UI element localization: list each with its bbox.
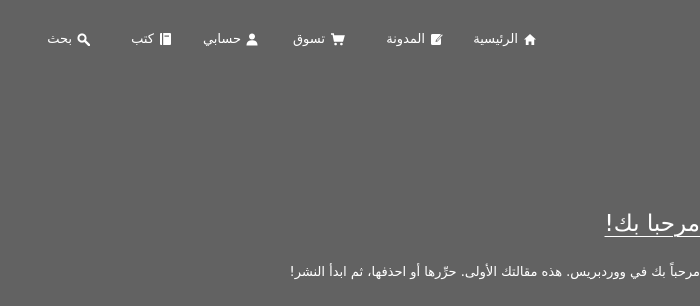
cart-icon (330, 32, 345, 46)
nav-item-home[interactable]: الرئيسية (473, 27, 537, 51)
nav-item-label: تسوق (292, 31, 325, 47)
nav-item-label: حسابي (202, 31, 241, 47)
nav-item-label: الرئيسية (473, 31, 518, 47)
nav-item-search[interactable]: بحث (47, 27, 90, 51)
nav-item-label: كتب (131, 31, 154, 47)
nav-item-blog[interactable]: المدونة (386, 27, 444, 51)
home-icon (523, 33, 537, 46)
nav-item-account[interactable]: حسابي (203, 27, 258, 51)
nav-item-label: بحث (47, 31, 72, 47)
nav-item-label: المدونة (386, 31, 425, 47)
nav-item-books[interactable]: كتب (131, 27, 172, 51)
book-icon (159, 32, 172, 46)
user-icon (246, 33, 258, 46)
search-icon (77, 32, 90, 46)
main-navigation: الرئيسية المدونة تسوق حسابي كتب بحث (0, 27, 700, 51)
nav-item-shop[interactable]: تسوق (293, 27, 345, 51)
post-title-link[interactable]: مرحبا بك! (605, 211, 700, 237)
post-excerpt: مرحباً بك في ووردبريس. هذه مقالتك الأولى… (289, 265, 700, 280)
edit-icon (430, 32, 444, 46)
